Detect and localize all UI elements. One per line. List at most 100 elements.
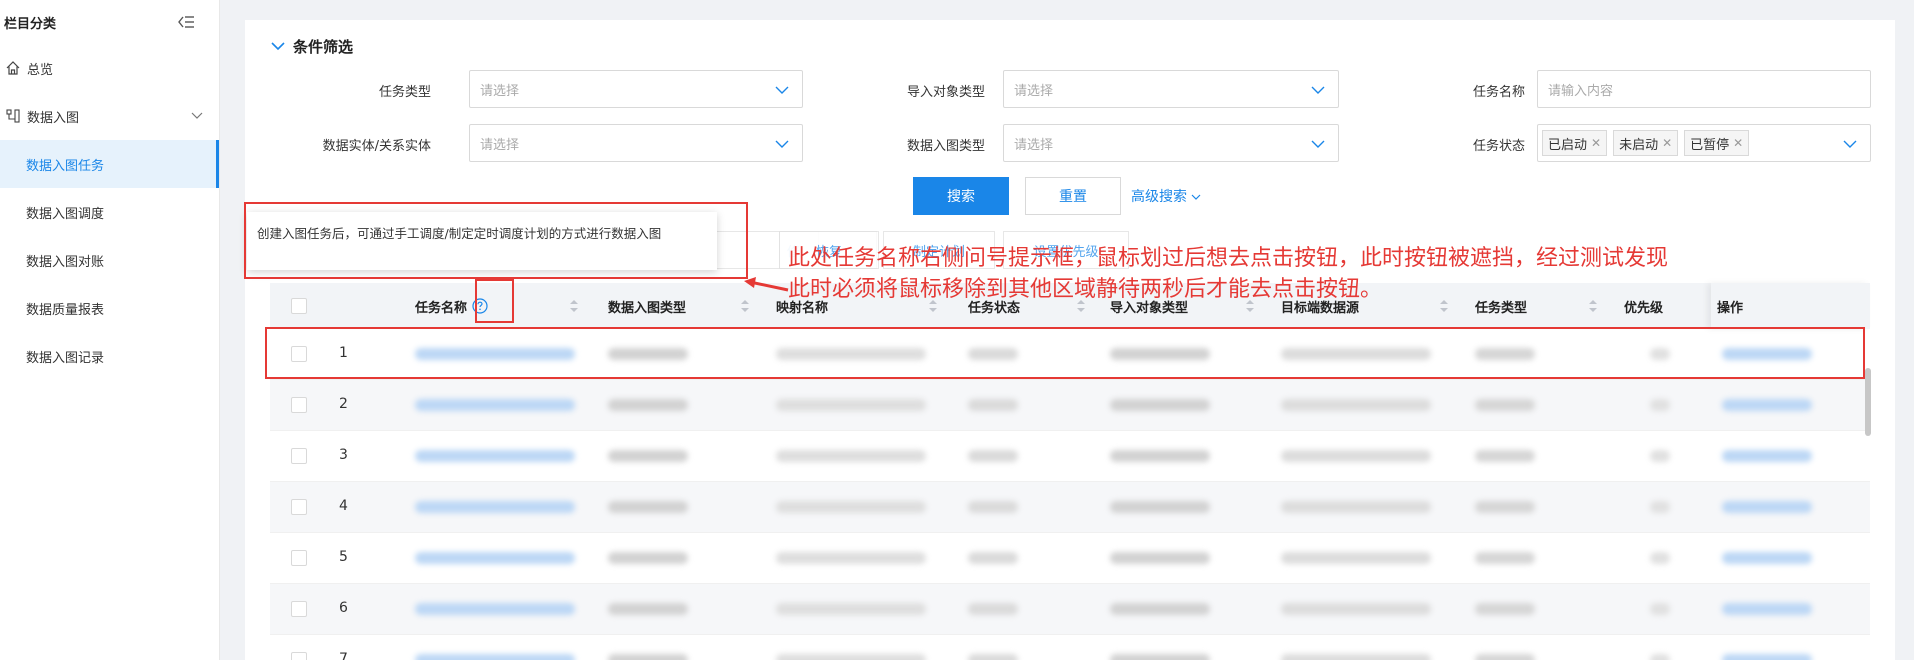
blurred-cell — [1281, 603, 1431, 615]
table-row[interactable]: 5 — [270, 533, 1870, 584]
collapse-icon[interactable] — [177, 14, 195, 30]
blurred-cell — [1475, 348, 1535, 360]
filter-title: 条件筛选 — [293, 38, 354, 56]
select-all-checkbox[interactable] — [291, 298, 307, 314]
sidebar-item-overview[interactable]: 总览 — [0, 44, 219, 92]
blurred-cell — [1650, 399, 1670, 411]
blurred-cell — [1722, 654, 1812, 660]
table-row[interactable]: 7 — [270, 635, 1870, 660]
import-graph-icon — [4, 107, 22, 125]
blurred-cell — [776, 501, 926, 513]
select-all-cell — [270, 283, 330, 329]
filter-section-toggle[interactable]: 条件筛选 — [271, 36, 353, 57]
row-checkbox[interactable] — [291, 652, 307, 660]
blurred-cell — [415, 603, 575, 615]
task-table: 任务名称 数据入图类型 映射名称 任务状态 导入对象类型 目标端数据源 任务类型… — [270, 283, 1870, 660]
row-checkbox[interactable] — [291, 499, 307, 515]
reset-button[interactable]: 重置 — [1025, 177, 1121, 215]
blurred-cell — [415, 399, 575, 411]
blurred-cell — [608, 501, 688, 513]
table-row[interactable]: 6 — [270, 584, 1870, 635]
blurred-cell — [415, 501, 575, 513]
blurred-cell — [1110, 552, 1210, 564]
sidebar-subitem-import-task[interactable]: 数据入图任务 — [0, 140, 219, 188]
table-row[interactable]: 1 — [270, 329, 1870, 380]
chevron-down-icon — [775, 140, 789, 148]
blurred-cell — [1110, 654, 1210, 660]
row-checkbox[interactable] — [291, 550, 307, 566]
blurred-cell — [776, 603, 926, 615]
blurred-cell — [1475, 450, 1535, 462]
blurred-cell — [1281, 654, 1431, 660]
advanced-search-link[interactable]: 高级搜索 — [1131, 186, 1201, 206]
sidebar-subitem-import-reconcile[interactable]: 数据入图对账 — [0, 236, 219, 284]
table-row[interactable]: 4 — [270, 482, 1870, 533]
sort-icon[interactable] — [569, 299, 579, 313]
chevron-down-icon — [1311, 140, 1325, 148]
blurred-cell — [968, 399, 1018, 411]
close-icon[interactable]: ✕ — [1662, 136, 1672, 150]
blurred-cell — [1722, 501, 1812, 513]
status-tag[interactable]: 已暂停 ✕ — [1684, 130, 1750, 156]
task-status-select[interactable]: 已启动 ✕ 未启动 ✕ 已暂停 ✕ — [1537, 124, 1871, 162]
search-button[interactable]: 搜索 — [913, 177, 1009, 215]
task-type-label: 任务类型 — [378, 85, 431, 100]
blurred-cell — [1110, 501, 1210, 513]
close-icon[interactable]: ✕ — [1733, 136, 1743, 150]
table-row[interactable]: 2 — [270, 380, 1870, 431]
blurred-cell — [608, 348, 688, 360]
blurred-cell — [1110, 450, 1210, 462]
blurred-cell — [776, 654, 926, 660]
blurred-cell — [776, 552, 926, 564]
table-scrollbar[interactable] — [1865, 368, 1871, 436]
blurred-cell — [776, 450, 926, 462]
blurred-cell — [1722, 603, 1812, 615]
blurred-cell — [1650, 552, 1670, 564]
help-icon[interactable] — [472, 298, 488, 314]
blurred-cell — [608, 654, 688, 660]
row-checkbox[interactable] — [291, 397, 307, 413]
blurred-cell — [415, 348, 575, 360]
blurred-cell — [608, 399, 688, 411]
sidebar-title: 栏目分类 — [4, 16, 57, 32]
main-panel: 条件筛选 任务类型 请选择 导入对象类型 请选择 任务名称 请输入内容 数据实体… — [245, 20, 1895, 660]
row-index: 6 — [339, 600, 348, 616]
blurred-cell — [1110, 348, 1210, 360]
status-tag[interactable]: 未启动 ✕ — [1613, 130, 1679, 156]
row-checkbox[interactable] — [291, 448, 307, 464]
annotation-line-2: 此时必须将鼠标移除到其他区域静待两秒后才能去点击按钮。 — [788, 277, 1383, 302]
sidebar-subitem-import-record[interactable]: 数据入图记录 — [0, 332, 219, 380]
row-index: 3 — [339, 447, 348, 463]
blurred-cell — [1722, 399, 1812, 411]
import-type-label: 数据入图类型 — [906, 139, 985, 154]
entity-type-select[interactable]: 请选择 — [469, 124, 803, 162]
chevron-down-icon — [1843, 140, 1857, 148]
annotation-arrow-icon — [744, 277, 789, 292]
home-icon — [4, 59, 22, 77]
status-tag[interactable]: 已启动 ✕ — [1542, 130, 1608, 156]
blurred-cell — [968, 348, 1018, 360]
import-type-select[interactable]: 请选择 — [1003, 124, 1339, 162]
blurred-cell — [1281, 399, 1431, 411]
row-checkbox[interactable] — [291, 601, 307, 617]
blurred-cell — [1475, 603, 1535, 615]
table-row[interactable]: 3 — [270, 431, 1870, 482]
close-icon[interactable]: ✕ — [1591, 136, 1601, 150]
blurred-cell — [1650, 501, 1670, 513]
blurred-cell — [1281, 348, 1431, 360]
sidebar-subitem-import-schedule[interactable]: 数据入图调度 — [0, 188, 219, 236]
blurred-cell — [968, 450, 1018, 462]
sort-icon[interactable] — [740, 299, 750, 313]
blurred-cell — [1650, 450, 1670, 462]
blurred-cell — [608, 552, 688, 564]
row-checkbox[interactable] — [291, 346, 307, 362]
task-name-input[interactable]: 请输入内容 — [1537, 70, 1871, 108]
blurred-cell — [1722, 450, 1812, 462]
sidebar-subitem-quality-report[interactable]: 数据质量报表 — [0, 284, 219, 332]
task-type-select[interactable]: 请选择 — [469, 70, 803, 108]
blurred-cell — [1650, 654, 1670, 660]
blurred-cell — [1475, 552, 1535, 564]
blurred-cell — [968, 501, 1018, 513]
import-object-type-select[interactable]: 请选择 — [1003, 70, 1339, 108]
sidebar-item-data-import[interactable]: 数据入图 — [0, 92, 219, 140]
